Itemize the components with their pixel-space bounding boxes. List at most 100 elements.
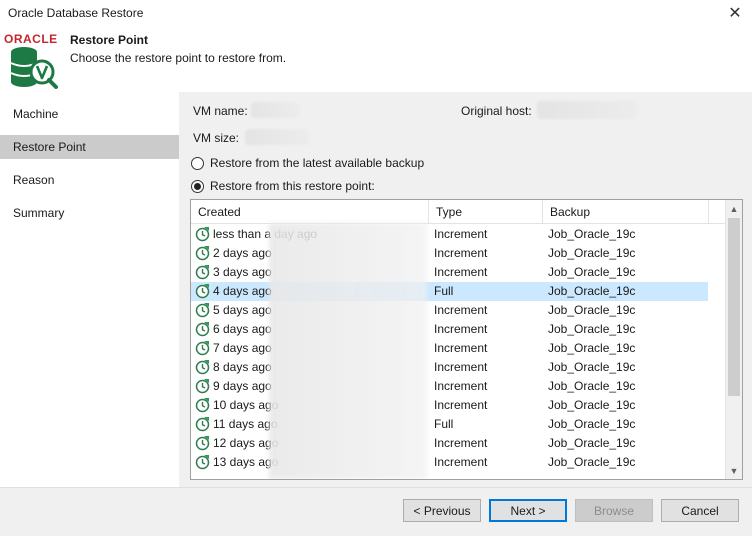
restore-point-clock-icon bbox=[195, 360, 210, 375]
table-row[interactable]: 8 days ago Increment Job_Oracle_19c bbox=[191, 358, 708, 377]
window-title: Oracle Database Restore bbox=[8, 6, 144, 20]
table-row[interactable]: less than a day ago Increment Job_Oracle_1… bbox=[191, 225, 708, 244]
cancel-button[interactable]: Cancel bbox=[661, 499, 739, 522]
original-host-label: Original host: bbox=[461, 104, 532, 118]
cell-type: Increment bbox=[434, 360, 488, 374]
vertical-scrollbar[interactable]: ▲ ▼ bbox=[725, 200, 742, 479]
cell-type: Increment bbox=[434, 436, 488, 450]
table-row[interactable]: 6 days ago Increment Job_Oracle_19c bbox=[191, 320, 708, 339]
cell-created: 2 days ago bbox=[213, 246, 272, 260]
wizard-footer: < Previous Next > Browse Cancel bbox=[0, 488, 752, 536]
cell-backup: Job_Oracle_19c bbox=[548, 341, 636, 355]
next-button[interactable]: Next > bbox=[489, 499, 567, 522]
cell-backup: Job_Oracle_19c bbox=[548, 398, 636, 412]
scroll-thumb[interactable] bbox=[728, 218, 740, 396]
restore-point-clock-icon bbox=[195, 455, 210, 470]
restore-point-clock-icon bbox=[195, 322, 210, 337]
cell-backup: Job_Oracle_19c bbox=[548, 246, 636, 260]
column-backup[interactable]: Backup bbox=[543, 200, 709, 224]
table-row[interactable]: 9 days ago Increment Job_Oracle_19c bbox=[191, 377, 708, 396]
cell-backup: Job_Oracle_19c bbox=[548, 265, 636, 279]
table-header: Created Type Backup bbox=[191, 200, 727, 224]
restore-point-clock-icon bbox=[195, 265, 210, 280]
vm-name-value-redacted bbox=[251, 102, 299, 118]
cell-backup: Job_Oracle_19c bbox=[548, 322, 636, 336]
cell-backup: Job_Oracle_19c bbox=[548, 417, 636, 431]
browse-button[interactable]: Browse bbox=[575, 499, 653, 522]
page-subtitle: Choose the restore point to restore from… bbox=[70, 51, 287, 65]
table-row[interactable]: 11 days ago Full Job_Oracle_19c bbox=[191, 415, 708, 434]
cell-created: 11 days ago bbox=[213, 417, 278, 431]
table-row[interactable]: 2 days ago Increment Job_Oracle_19c bbox=[191, 244, 708, 263]
restore-point-clock-icon bbox=[195, 341, 210, 356]
cell-backup: Job_Oracle_19c bbox=[548, 227, 636, 241]
cell-created: 9 days ago bbox=[213, 379, 272, 393]
cell-created: 10 days ago bbox=[213, 398, 279, 412]
cell-type: Increment bbox=[434, 322, 488, 336]
step-content: VM name: VM size: Original host: Restore… bbox=[179, 92, 752, 487]
cell-type: Full bbox=[434, 417, 454, 431]
table-row[interactable]: 3 days ago Increment Job_Oracle_19c bbox=[191, 263, 708, 282]
column-type[interactable]: Type bbox=[429, 200, 543, 224]
restore-point-clock-icon bbox=[195, 303, 210, 318]
table-row[interactable]: 4 days ago Full Job_Oracle_19c bbox=[191, 282, 708, 301]
table-row[interactable]: 10 days ago Increment Job_Oracle_19c bbox=[191, 396, 708, 415]
restore-point-clock-icon bbox=[195, 417, 210, 432]
cell-type: Increment bbox=[434, 341, 488, 355]
wizard-steps-sidebar: Machine Restore Point Reason Summary bbox=[0, 92, 179, 487]
cell-created: 12 days ago bbox=[213, 436, 279, 450]
cell-backup: Job_Oracle_19c bbox=[548, 360, 636, 374]
cell-created: 4 days ago bbox=[213, 284, 272, 298]
table-row[interactable]: 5 days ago Increment Job_Oracle_19c bbox=[191, 301, 708, 320]
cell-created: 6 days ago bbox=[213, 322, 272, 336]
cell-type: Full bbox=[434, 284, 454, 298]
restore-latest-label: Restore from the latest available backup bbox=[210, 156, 425, 170]
sidebar-item-machine[interactable]: Machine bbox=[0, 102, 179, 126]
wizard-header: ORACLE Restore Point Choose the restore … bbox=[0, 28, 752, 92]
cell-backup: Job_Oracle_19c bbox=[548, 455, 636, 469]
cell-created: 5 days ago bbox=[213, 303, 272, 317]
cell-created: 7 days ago bbox=[213, 341, 272, 355]
restore-latest-radio[interactable] bbox=[191, 156, 204, 170]
cell-created: less than a day ago bbox=[213, 227, 318, 241]
table-row[interactable]: 13 days ago Increment Job_Oracle_19c bbox=[191, 453, 708, 472]
cell-type: Increment bbox=[434, 379, 488, 393]
close-button[interactable]: ✕ bbox=[724, 2, 746, 24]
close-icon: ✕ bbox=[728, 5, 742, 22]
cell-type: Increment bbox=[434, 455, 488, 469]
cell-created: 8 days ago bbox=[213, 360, 272, 374]
sidebar-item-restore-point[interactable]: Restore Point bbox=[0, 135, 179, 159]
cell-backup: Job_Oracle_19c bbox=[548, 436, 636, 450]
table-row[interactable]: 12 days ago Increment Job_Oracle_19c bbox=[191, 434, 708, 453]
vm-size-value-redacted bbox=[245, 129, 309, 145]
scroll-up-icon[interactable]: ▲ bbox=[726, 200, 742, 217]
sidebar-item-reason[interactable]: Reason bbox=[0, 168, 179, 192]
scroll-down-icon[interactable]: ▼ bbox=[726, 462, 742, 479]
sidebar-item-summary[interactable]: Summary bbox=[0, 201, 179, 225]
vm-size-label: VM size: bbox=[193, 131, 240, 145]
column-created[interactable]: Created bbox=[191, 200, 429, 224]
restore-point-clock-icon bbox=[195, 246, 210, 261]
cell-backup: Job_Oracle_19c bbox=[548, 303, 636, 317]
restore-point-clock-icon bbox=[195, 284, 210, 299]
cell-type: Increment bbox=[434, 398, 488, 412]
restore-point-radio[interactable] bbox=[191, 179, 204, 193]
cell-type: Increment bbox=[434, 246, 488, 260]
restore-point-clock-icon bbox=[195, 436, 210, 451]
restore-point-clock-icon bbox=[195, 227, 210, 242]
vm-name-label: VM name: bbox=[193, 104, 248, 118]
restore-point-clock-icon bbox=[195, 379, 210, 394]
restore-points-table[interactable]: Created Type Backup less than a day ago I… bbox=[190, 199, 743, 480]
cell-backup: Job_Oracle_19c bbox=[548, 379, 636, 393]
restore-point-option[interactable]: Restore from this restore point: bbox=[191, 178, 375, 194]
cell-type: Increment bbox=[434, 227, 488, 241]
cell-type: Increment bbox=[434, 265, 488, 279]
cell-created: 3 days ago bbox=[213, 265, 272, 279]
table-row[interactable]: 7 days ago Increment Job_Oracle_19c bbox=[191, 339, 708, 358]
cell-type: Increment bbox=[434, 303, 488, 317]
database-v-icon bbox=[10, 47, 58, 89]
restore-latest-option[interactable]: Restore from the latest available backup bbox=[191, 155, 424, 171]
page-title: Restore Point bbox=[70, 33, 149, 47]
restore-point-clock-icon bbox=[195, 398, 210, 413]
previous-button[interactable]: < Previous bbox=[403, 499, 481, 522]
